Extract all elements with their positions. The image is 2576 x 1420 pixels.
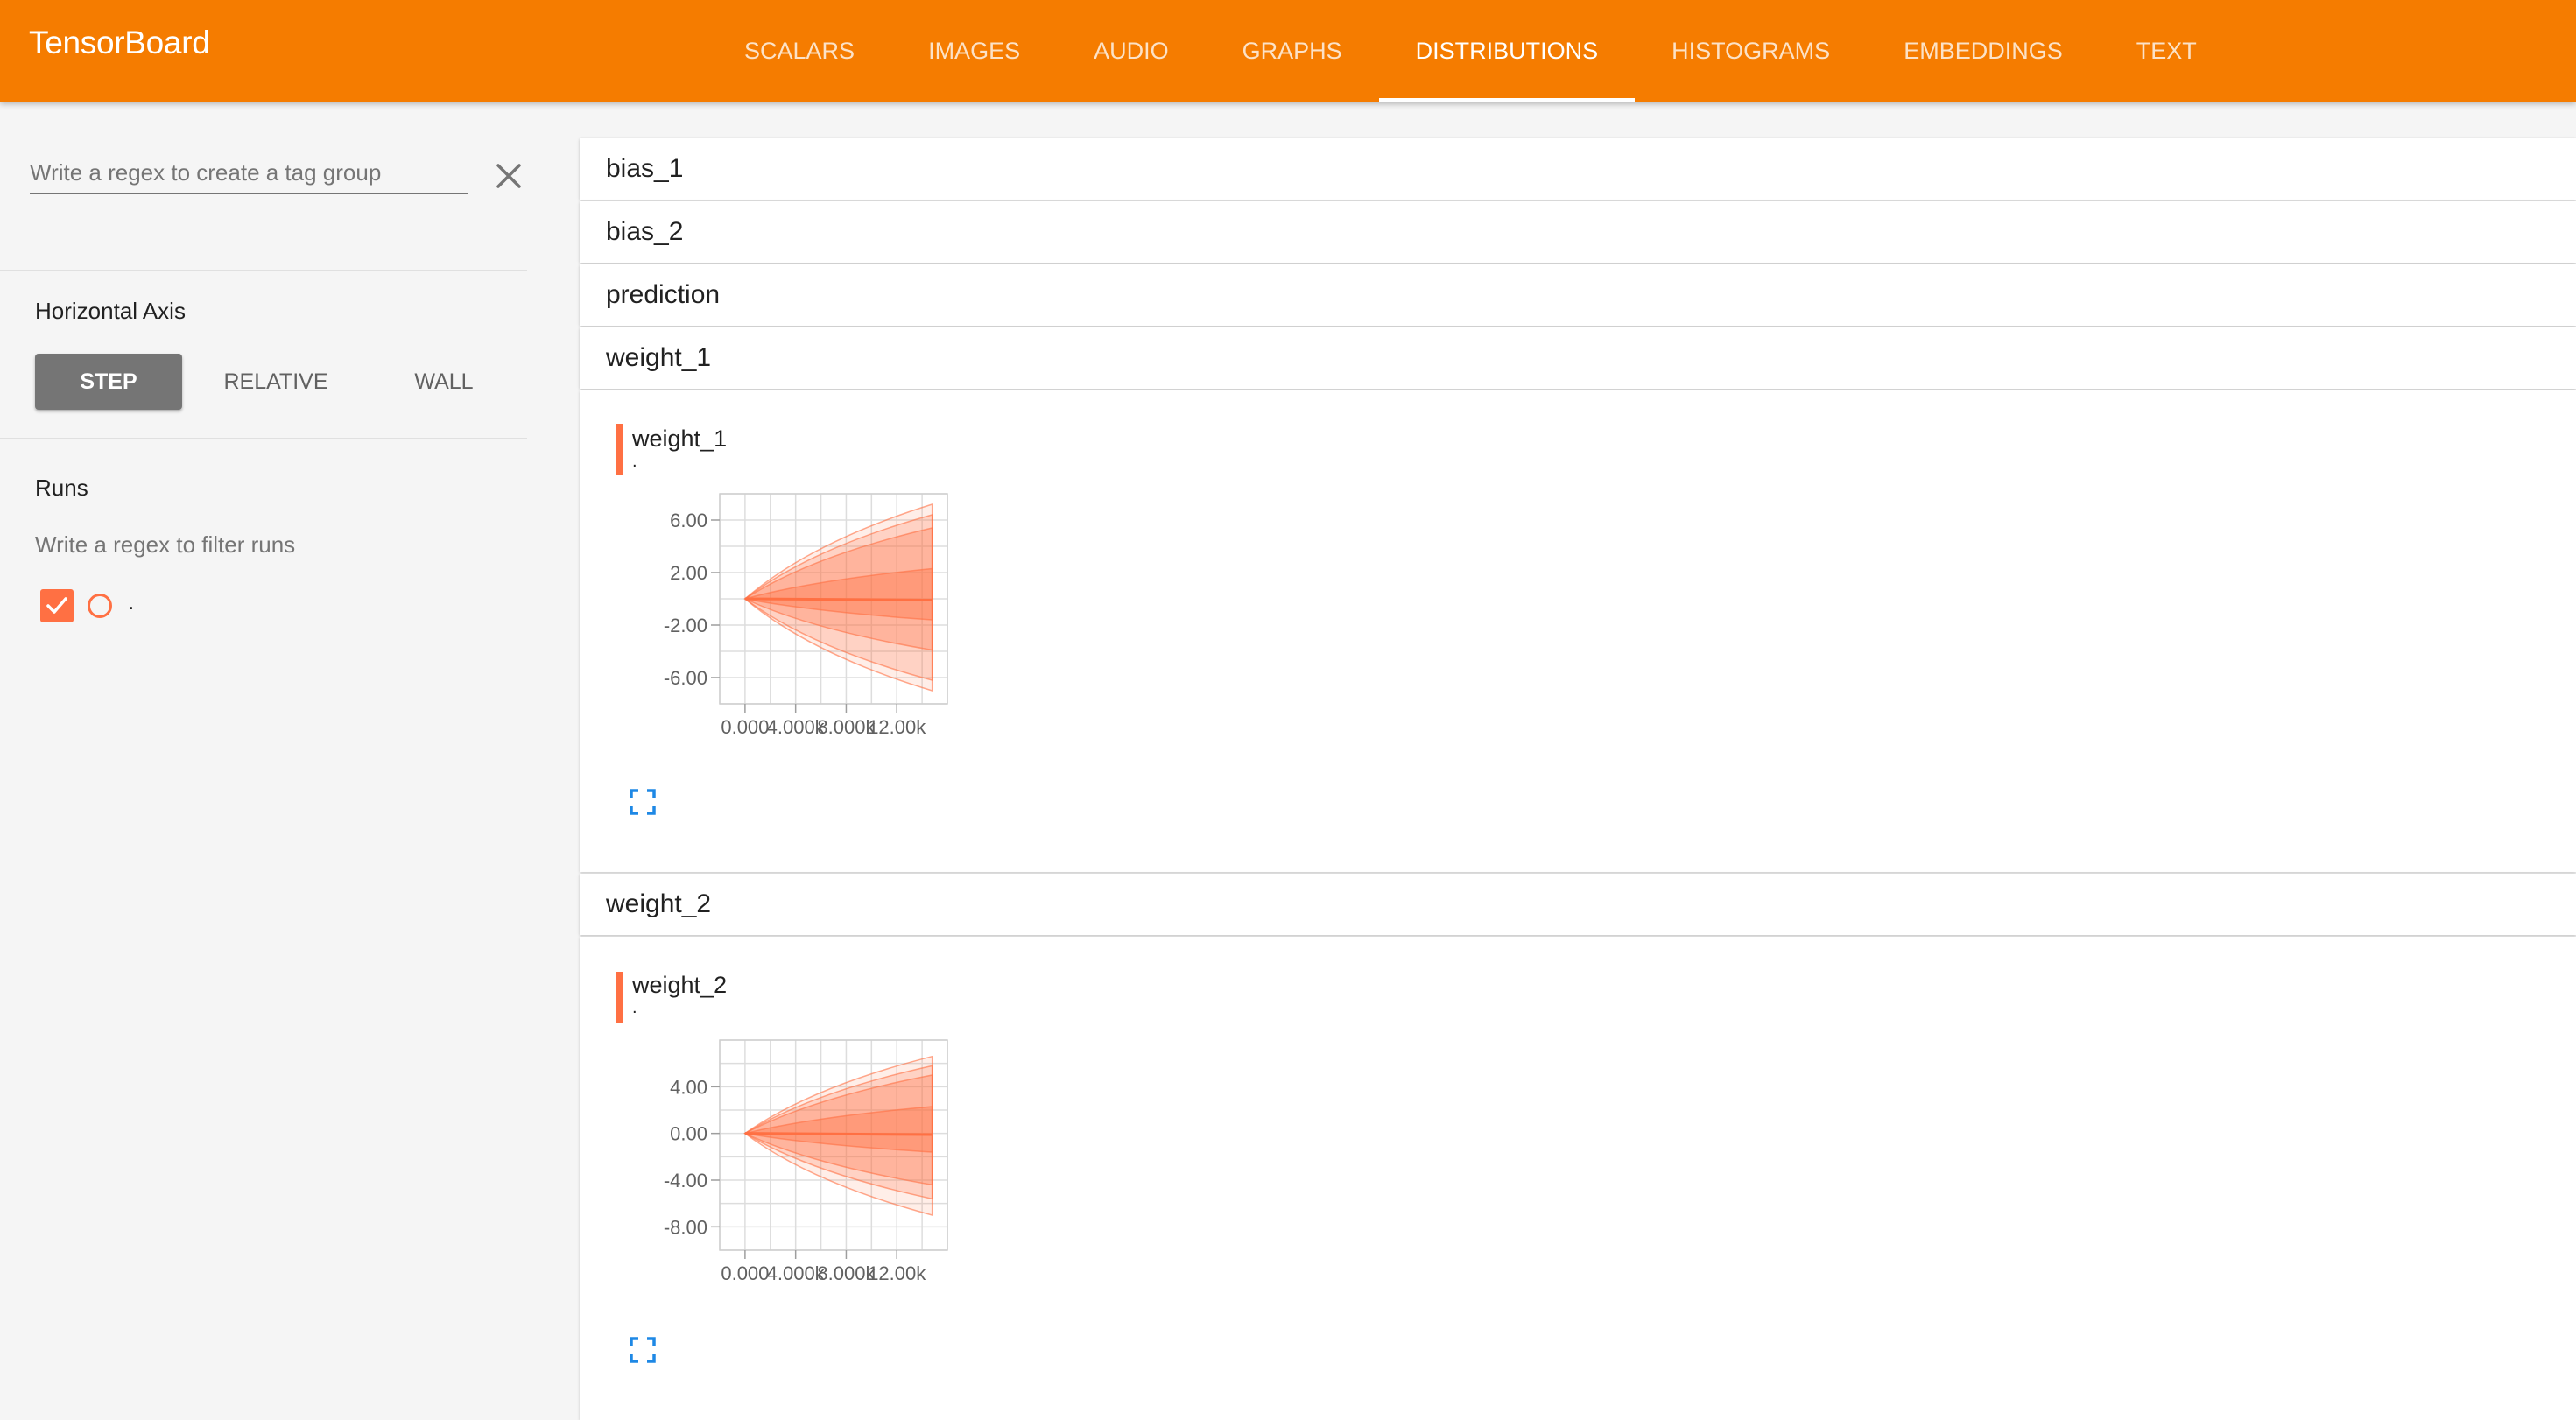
- sidebar-divider: [0, 270, 527, 271]
- card-color-bar: [616, 972, 623, 1023]
- sidebar: Write a regex to create a tag group Hori…: [0, 102, 527, 1420]
- median-line: [744, 1132, 933, 1136]
- card-title: weight_2: [632, 972, 728, 998]
- runs-label: Runs: [35, 475, 88, 501]
- run-checkbox[interactable]: [40, 589, 74, 622]
- pane-weight-1[interactable]: weight_1: [580, 327, 2576, 389]
- median-line: [744, 597, 933, 601]
- y-tick-label: 4.00: [670, 1076, 707, 1098]
- runs-filter-input[interactable]: Write a regex to filter runs: [35, 531, 527, 566]
- distribution-chart[interactable]: 4.000.00-4.00-8.000.0004.000k8.000k12.00…: [580, 1024, 1193, 1304]
- tab-text[interactable]: TEXT: [2100, 0, 2234, 102]
- fullscreen-icon[interactable]: [629, 788, 657, 816]
- y-tick-label: -8.00: [664, 1216, 707, 1238]
- pane-title: bias_1: [606, 154, 684, 183]
- y-tick-label: -2.00: [664, 615, 707, 636]
- axis-step-button[interactable]: STEP: [35, 354, 182, 410]
- top-app-bar: TensorBoard SCALARS IMAGES AUDIO GRAPHS DIST…: [0, 0, 2576, 102]
- card-run-name: .: [632, 452, 637, 471]
- tab-audio[interactable]: AUDIO: [1057, 0, 1206, 102]
- main-content: bias_1 bias_2 prediction weight_1 weight…: [580, 138, 2576, 1420]
- pane-title: bias_2: [606, 217, 684, 246]
- card-title: weight_1: [632, 425, 728, 452]
- pane-bias-1[interactable]: bias_1: [580, 138, 2576, 200]
- pane-prediction[interactable]: prediction: [580, 264, 2576, 326]
- pane-bias-2[interactable]: bias_2: [580, 201, 2576, 263]
- tab-histograms[interactable]: HISTOGRAMS: [1635, 0, 1867, 102]
- distribution-chart[interactable]: 6.002.00-2.00-6.000.0004.000k8.000k12.00…: [580, 478, 1193, 758]
- y-tick-label: 6.00: [670, 510, 707, 531]
- y-tick-label: 2.00: [670, 562, 707, 584]
- axis-wall-button[interactable]: WALL: [368, 354, 520, 410]
- tab-distributions[interactable]: DISTRIBUTIONS: [1378, 0, 1636, 102]
- horizontal-axis-label: Horizontal Axis: [35, 298, 186, 324]
- axis-relative-button[interactable]: RELATIVE: [201, 354, 350, 410]
- pane-title: weight_1: [606, 343, 712, 372]
- tag-group-placeholder: Write a regex to create a tag group: [30, 159, 382, 186]
- pane-weight-1-body: weight_1 . 6.00 2.00 -2.00 -6.00 0.000 4.000k…: [580, 390, 2576, 872]
- pane-weight-2[interactable]: weight_2: [580, 874, 2576, 935]
- card-color-bar: [616, 424, 623, 475]
- pane-title: prediction: [606, 280, 721, 309]
- tab-scalars[interactable]: SCALARS: [707, 0, 891, 102]
- fullscreen-icon[interactable]: [629, 1336, 657, 1364]
- app-title: TensorBoard: [29, 25, 210, 60]
- close-icon[interactable]: [494, 161, 524, 191]
- tab-graphs[interactable]: GRAPHS: [1206, 0, 1379, 102]
- tab-images[interactable]: IMAGES: [891, 0, 1057, 102]
- pane-title: weight_2: [606, 889, 712, 918]
- circle-outline-icon: [88, 594, 112, 618]
- x-tick-label: 12.00k: [868, 1262, 926, 1284]
- runs-filter-placeholder: Write a regex to filter runs: [35, 531, 296, 558]
- y-tick-label: -6.00: [664, 667, 707, 689]
- tag-group-input[interactable]: Write a regex to create a tag group: [30, 159, 468, 194]
- x-tick-label: 0.000: [721, 1262, 769, 1284]
- run-name: .: [128, 588, 135, 615]
- x-tick-label: 12.00k: [868, 716, 926, 738]
- dashboard-tabs: SCALARS IMAGES AUDIO GRAPHS DISTRIBUTIONS HIS…: [707, 0, 2234, 102]
- card-run-name: .: [632, 998, 637, 1017]
- sidebar-divider: [0, 438, 527, 439]
- x-tick-label: 0.000: [721, 716, 769, 738]
- tab-embeddings[interactable]: EMBEDDINGS: [1867, 0, 2100, 102]
- y-tick-label: -4.00: [664, 1170, 707, 1192]
- checkmark-icon: [46, 597, 67, 614]
- pane-weight-2-body: weight_2 . 4.00 0.00 -4.00 -8.00 0.000 4.000k…: [580, 937, 2576, 1420]
- y-tick-label: 0.00: [670, 1123, 707, 1145]
